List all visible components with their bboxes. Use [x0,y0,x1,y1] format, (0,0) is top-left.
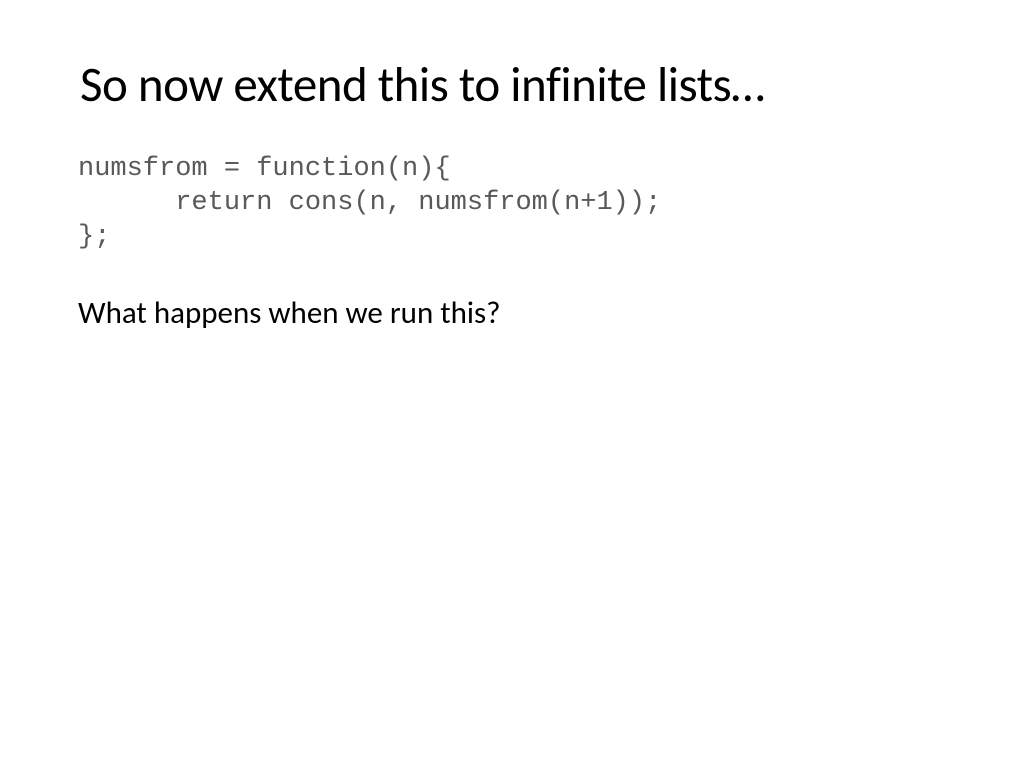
slide-body-text: What happens when we run this? [78,294,944,332]
slide-container: So now extend this to infinite lists… nu… [0,0,1024,768]
slide-title: So now extend this to infinite lists… [80,55,944,115]
code-snippet: numsfrom = function(n){ return cons(n, n… [78,153,944,254]
